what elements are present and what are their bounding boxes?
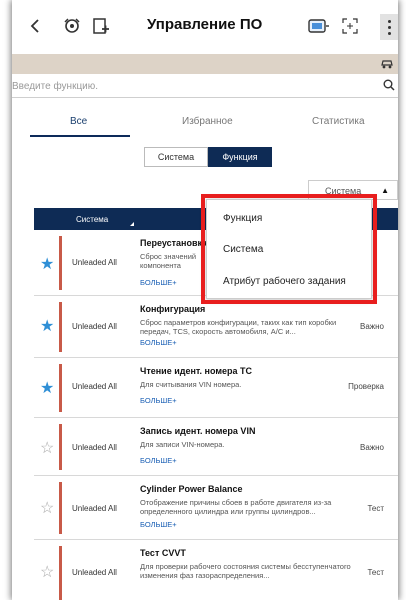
more-vert-icon[interactable] xyxy=(380,14,398,40)
row-name: Конфигурация xyxy=(140,304,206,314)
more-link[interactable]: БОЛЬШЕ+ xyxy=(140,278,177,287)
row-description: Для считывания VIN номера. xyxy=(140,380,242,389)
car-icon[interactable] xyxy=(380,56,394,73)
left-gutter xyxy=(12,208,34,600)
vci-status-icon[interactable] xyxy=(308,14,330,38)
favorite-star-icon[interactable]: ★ xyxy=(40,316,54,336)
table-row[interactable]: ★ Unleaded All Чтение идент. номера ТС Д… xyxy=(34,358,398,418)
favorite-star-icon[interactable]: ★ xyxy=(40,378,54,398)
search-icon[interactable] xyxy=(383,79,395,94)
status-bar xyxy=(59,424,62,470)
tab-bar: Все Избранное Статистика xyxy=(12,110,398,137)
row-attribute: Важно xyxy=(359,322,384,331)
tab-all[interactable]: Все xyxy=(70,116,87,127)
tab-favorites[interactable]: Избранное xyxy=(182,116,233,127)
row-name: Cylinder Power Balance xyxy=(140,484,243,494)
row-description: Отображение причины сбоев в работе двига… xyxy=(140,498,332,516)
segment-system[interactable]: Система xyxy=(144,147,208,167)
row-name: Тест CVVT xyxy=(140,548,186,558)
row-attribute: Тест xyxy=(367,568,384,577)
row-system: Unleaded All xyxy=(72,258,117,267)
search-input[interactable] xyxy=(12,76,352,97)
row-name: Переустановка xyxy=(140,238,208,248)
segment-function[interactable]: Функция xyxy=(208,147,272,167)
table-row[interactable]: ☆ Unleaded All Тест CVVT Для проверки ра… xyxy=(34,540,398,600)
top-bar: Управление ПО xyxy=(12,0,398,54)
more-link[interactable]: БОЛЬШЕ+ xyxy=(140,396,177,405)
row-name: Запись идент. номера VIN xyxy=(140,426,256,436)
favorite-star-icon[interactable]: ☆ xyxy=(40,498,54,518)
row-system: Unleaded All xyxy=(72,322,117,331)
row-system: Unleaded All xyxy=(72,504,117,513)
row-attribute: Важно xyxy=(359,443,384,452)
page-title: Управление ПО xyxy=(147,16,263,33)
row-description: Для записи VIN-номера. xyxy=(140,440,225,449)
more-link[interactable]: БОЛЬШЕ+ xyxy=(140,338,177,347)
favorite-star-icon[interactable]: ☆ xyxy=(40,438,54,458)
favorite-star-icon[interactable]: ★ xyxy=(40,254,54,274)
row-system: Unleaded All xyxy=(72,443,117,452)
table-row[interactable]: ★ Unleaded All Конфигурация Сброс параме… xyxy=(34,296,398,358)
table-row[interactable]: ☆ Unleaded All Запись идент. номера VIN … xyxy=(34,418,398,476)
view-toggle: Система Функция xyxy=(144,147,272,167)
row-description: Сброс значений компонента xyxy=(140,252,197,270)
screenshot-icon[interactable] xyxy=(342,14,358,38)
row-description: Для проверки рабочего состояния системы … xyxy=(140,562,351,580)
highlight-box xyxy=(201,194,377,304)
search-bar xyxy=(12,76,398,98)
status-bar xyxy=(59,302,62,352)
tab-statistics[interactable]: Статистика xyxy=(312,116,365,127)
row-name: Чтение идент. номера ТС xyxy=(140,366,252,376)
caret-up-icon: ▲ xyxy=(381,186,389,195)
status-bar xyxy=(59,364,62,412)
table-row[interactable]: ☆ Unleaded All Cylinder Power Balance От… xyxy=(34,476,398,540)
resize-handle-icon xyxy=(130,222,134,226)
column-header-system[interactable]: Система xyxy=(76,215,108,224)
more-link[interactable]: БОЛЬШЕ+ xyxy=(140,456,177,465)
active-tab-indicator xyxy=(30,135,130,137)
status-bar xyxy=(59,236,62,290)
row-attribute: Проверка xyxy=(348,382,384,391)
row-attribute: Тест xyxy=(367,504,384,513)
row-description: Сброс параметров конфигурации, таких как… xyxy=(140,318,337,336)
favorite-star-icon[interactable]: ☆ xyxy=(40,562,54,582)
row-system: Unleaded All xyxy=(72,568,117,577)
chevron-left-icon[interactable] xyxy=(30,14,40,38)
status-bar xyxy=(59,546,62,600)
status-bar xyxy=(59,482,62,534)
add-document-icon[interactable] xyxy=(92,14,110,38)
app-window: Управление ПО Все Избранное Статистика С… xyxy=(12,0,398,600)
row-system: Unleaded All xyxy=(72,382,117,391)
vehicle-bar xyxy=(12,54,398,74)
vci-icon[interactable] xyxy=(62,14,82,38)
more-link[interactable]: БОЛЬШЕ+ xyxy=(140,520,177,529)
